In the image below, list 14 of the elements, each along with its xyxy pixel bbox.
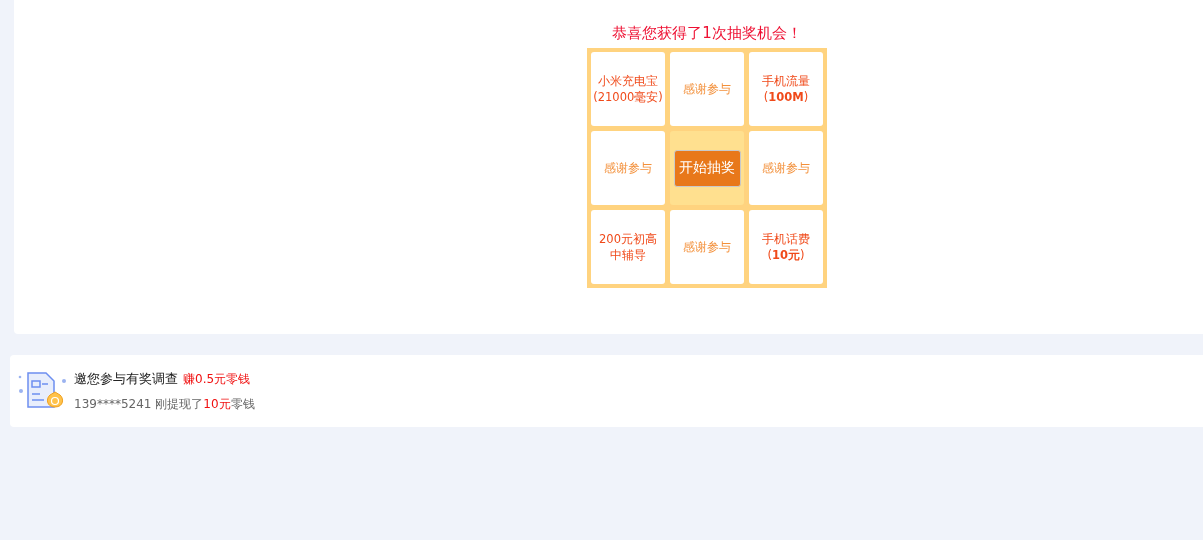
reward-text: 赚0.5元零钱 (183, 370, 251, 388)
survey-title: 邀您参与有奖调查 (74, 369, 178, 388)
survey-document-icon (18, 371, 66, 411)
prize-cell: 感谢参与 (749, 131, 823, 205)
withdrawal-notice: 139****5241 刚提现了 10元零钱 (74, 395, 255, 413)
prize-cell: 手机流量 (100M) (749, 52, 823, 126)
prize-cell: 感谢参与 (670, 210, 744, 284)
prize-cell: 感谢参与 (670, 52, 744, 126)
prize-cell: 小米充电宝 (21000毫安) (591, 52, 665, 126)
prize-cell: 200元初高 中辅导 (591, 210, 665, 284)
survey-card[interactable]: 邀您参与有奖调查 赚0.5元零钱 139****5241 刚提现了 10元零钱 (10, 355, 1203, 427)
lottery-title: 恭喜您获得了1次抽奖机会！ (612, 23, 802, 44)
prize-cell: 感谢参与 (591, 131, 665, 205)
prize-cell: 手机话费 (10元) (749, 210, 823, 284)
